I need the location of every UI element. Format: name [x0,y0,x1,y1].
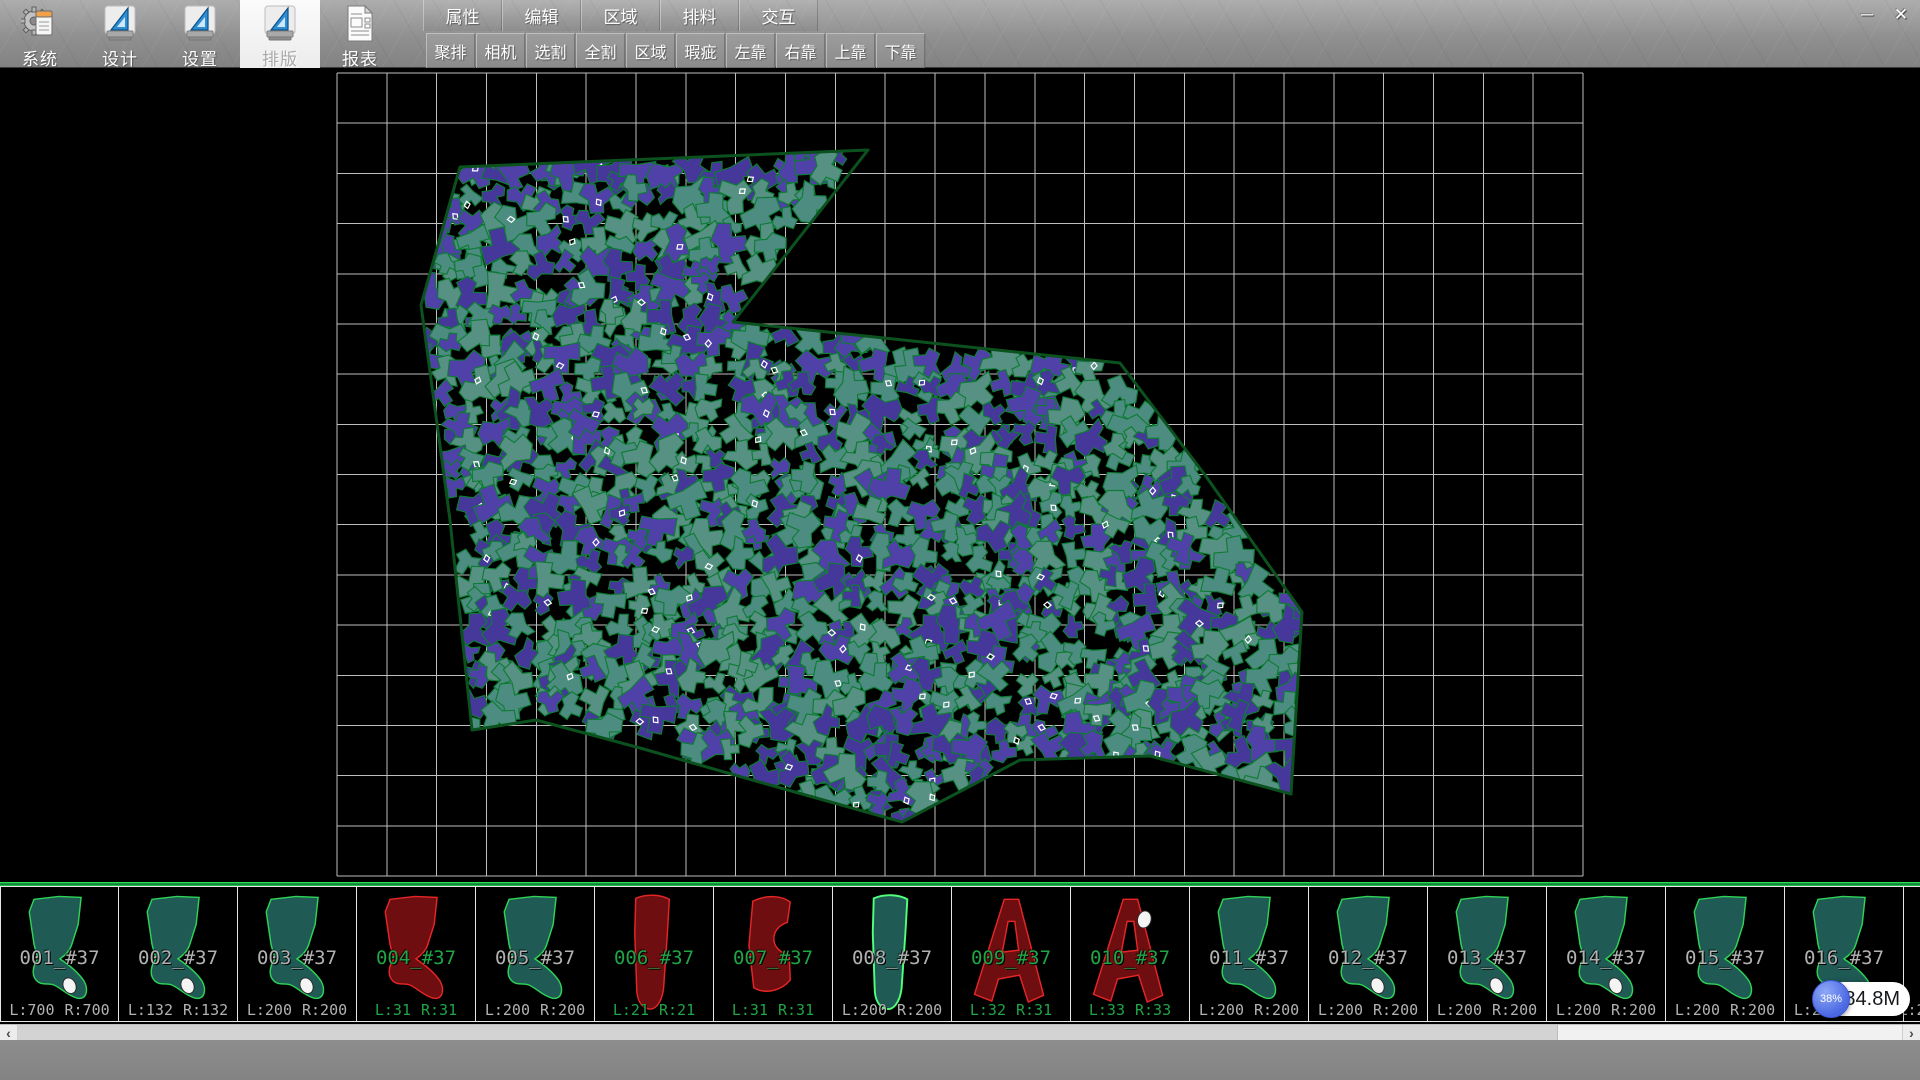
menu1-button-3[interactable]: 区域 [581,0,660,31]
piece-name: 015_#37 [1666,947,1784,969]
piece-name: 013_#37 [1428,947,1546,969]
piece-name: 007_#37 [714,947,832,969]
menu2-button-3[interactable]: 选割 [526,33,575,68]
piece-name: 010_#37 [1071,947,1189,969]
piece-lr-values: L:200R:200 [1666,1001,1784,1019]
status-bar [0,1040,1920,1080]
app-window: 系统 设计 设置 排版 [0,0,1920,1080]
progress-circle: 38% [1812,980,1850,1018]
menu2-button-7[interactable]: 左靠 [726,33,775,68]
piece-thumbnail-013_#37[interactable]: 013_#37 L:200R:200 [1428,886,1547,1022]
menu2-button-6[interactable]: 瑕疵 [676,33,725,68]
piece-thumbnail-005_#37[interactable]: 005_#37 L:200R:200 [476,886,595,1022]
horizontal-scrollbar[interactable]: ‹ › [0,1024,1920,1040]
piece-name: 001_#37 [1,947,118,969]
piece-lr-values: L:700R:700 [1,1001,118,1019]
piece-name: 016_#37 [1785,947,1903,969]
menu-row-1: 属性编辑区域排料交互 [423,0,818,31]
piece-name: 011_#37 [1190,947,1308,969]
piece-name: 014_#37 [1547,947,1665,969]
piece-name: 003_#37 [238,947,356,969]
piece-lr-values: L:200R:200 [1547,1001,1665,1019]
main-button-label: 设置 [182,45,218,70]
piece-lr-values: L:33R:33 [1071,1001,1189,1019]
set-square-icon [101,4,139,44]
piece-lr-values: L:200R:200 [238,1001,356,1019]
main-button-row: 系统 设计 设置 排版 [0,0,400,68]
menu1-button-2[interactable]: 编辑 [502,0,581,31]
menu-row-2: 聚排相机选割全割区域瑕疵左靠右靠上靠下靠 [426,33,926,68]
scroll-left-button[interactable]: ‹ [0,1025,18,1041]
set-square-icon [181,4,219,44]
report-doc-icon [341,4,379,44]
close-button[interactable]: ✕ [1888,2,1914,28]
piece-lr-values: L:132R:132 [119,1001,237,1019]
main-button-3[interactable]: 设置 [160,0,240,68]
main-button-label: 报表 [342,45,378,70]
memory-badge: 384.8M 38% [1812,980,1910,1018]
window-controls: ─ ✕ [1854,2,1914,28]
menu2-button-5[interactable]: 区域 [626,33,675,68]
menu1-button-4[interactable]: 排料 [660,0,739,31]
piece-lr-values: L:21R:21 [595,1001,713,1019]
main-button-5[interactable]: 报表 [320,0,400,68]
gear-doc-icon [21,4,59,44]
piece-lr-values: L:200R:200 [833,1001,951,1019]
piece-thumbnail-006_#37[interactable]: 006_#37 L:21R:21 [595,886,714,1022]
piece-lr-values: L:200R:200 [1190,1001,1308,1019]
piece-thumbnail-010_#37[interactable]: 010_#37 L:33R:33 [1071,886,1190,1022]
menu2-button-8[interactable]: 右靠 [776,33,825,68]
nesting-canvas[interactable] [0,68,1920,882]
menu2-button-2[interactable]: 相机 [476,33,525,68]
piece-thumbnail-014_#37[interactable]: 014_#37 L:200R:200 [1547,886,1666,1022]
piece-name: 012_#37 [1309,947,1427,969]
menu2-button-9[interactable]: 上靠 [826,33,875,68]
main-button-4[interactable]: 排版 [240,0,320,68]
piece-thumbnail-007_#37[interactable]: 007_#37 L:31R:31 [714,886,833,1022]
piece-thumbnail-001_#37[interactable]: 001_#37 L:700R:700 [0,886,119,1022]
piece-thumbnail-009_#37[interactable]: 009_#37 L:32R:31 [952,886,1071,1022]
piece-thumbnail-011_#37[interactable]: 011_#37 L:200R:200 [1190,886,1309,1022]
main-button-1[interactable]: 系统 [0,0,80,68]
nesting-scene [0,68,1920,882]
piece-name: 002_#37 [119,947,237,969]
piece-name: 005_#37 [476,947,594,969]
piece-thumbnail-003_#37[interactable]: 003_#37 L:200R:200 [238,886,357,1022]
piece-thumbnail-012_#37[interactable]: 012_#37 L:200R:200 [1309,886,1428,1022]
main-button-label: 设计 [102,45,138,70]
main-button-label: 系统 [22,45,58,70]
piece-filmstrip: 001_#37L:700R:700002_#37L:132R:132003_#3… [0,886,1920,1022]
scroll-right-button[interactable]: › [1902,1025,1920,1041]
menu2-button-4[interactable]: 全割 [576,33,625,68]
piece-thumbnail-002_#37[interactable]: 002_#37 L:132R:132 [119,886,238,1022]
main-button-label: 排版 [262,45,298,70]
piece-lr-values: L:32R:31 [952,1001,1070,1019]
piece-name: 006_#37 [595,947,713,969]
menu2-button-10[interactable]: 下靠 [876,33,925,68]
piece-name: 009_#37 [952,947,1070,969]
piece-lr-values: L:31R:31 [714,1001,832,1019]
menu1-button-1[interactable]: 属性 [423,0,502,31]
piece-name: 008_#37 [833,947,951,969]
piece-name: 004_#37 [357,947,475,969]
piece-thumbnail-004_#37[interactable]: 004_#37 L:31R:31 [357,886,476,1022]
piece-lr-values: L:200R:200 [1309,1001,1427,1019]
piece-lr-values: L:200R:200 [476,1001,594,1019]
piece-lr-values: L:31R:31 [357,1001,475,1019]
toolbar: 系统 设计 设置 排版 [0,0,1920,68]
piece-lr-values: L:200R:200 [1428,1001,1546,1019]
piece-thumbnail-008_#37[interactable]: 008_#37 L:200R:200 [833,886,952,1022]
main-button-2[interactable]: 设计 [80,0,160,68]
progress-percent: 38% [1820,993,1842,1005]
menu2-button-1[interactable]: 聚排 [426,33,475,68]
set-square-icon [261,4,299,44]
piece-thumbnail-015_#37[interactable]: 015_#37 L:200R:200 [1666,886,1785,1022]
scrollbar-thumb[interactable] [18,1025,1558,1041]
menu1-button-5[interactable]: 交互 [739,0,818,31]
minimize-button[interactable]: ─ [1854,2,1880,28]
